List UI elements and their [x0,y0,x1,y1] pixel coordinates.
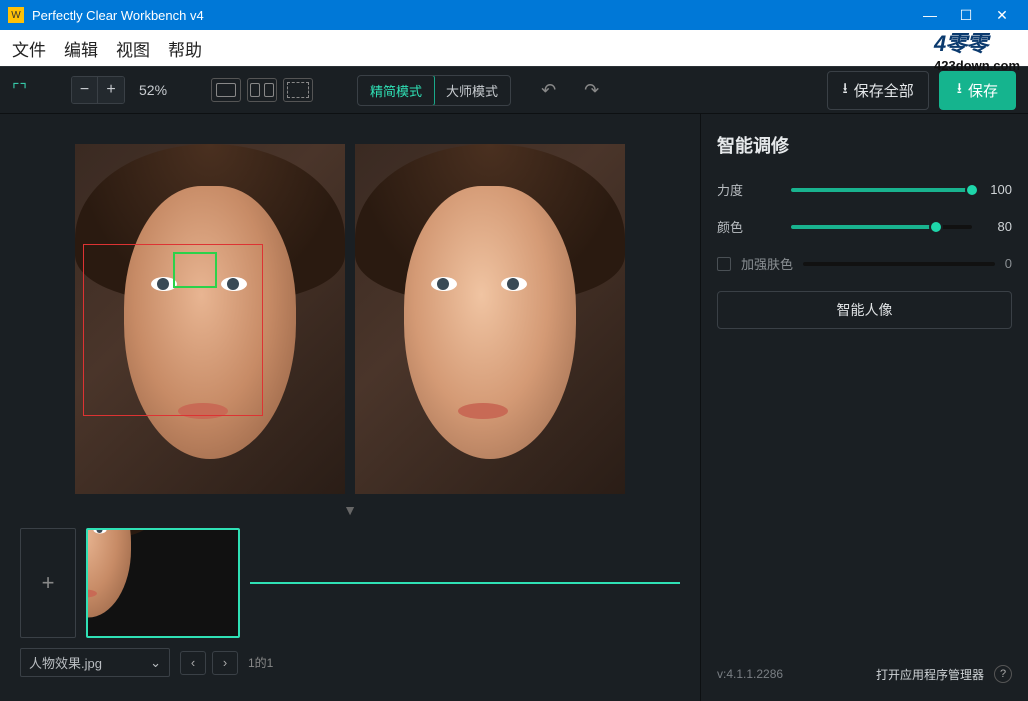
strength-row: 力度 100 [717,180,1012,199]
save-all-label: 保存全部 [854,80,914,101]
toolbar: ⌜⌝ − + 52% 精简模式 大师模式 ↶ ↷ ⭳ 保存全部 ⭳ 保存 [0,66,1028,114]
mode-switch: 精简模式 大师模式 [357,75,511,106]
window-controls: — ☐ ✕ [918,7,1020,24]
thumbnail-selected[interactable] [86,528,240,638]
download-icon: ⭳ [957,78,962,103]
open-app-manager-link[interactable]: 打开应用程序管理器 [876,666,984,683]
save-label: 保存 [968,80,998,101]
viewer: ▼ + 人物效果.jpg ⌄ ‹ › 1的1 [0,114,700,701]
undo-button[interactable]: ↶ [541,80,556,101]
chevron-down-icon: ⌄ [150,655,161,671]
menu-bar: 文件 编辑 视图 帮助 4零零 423down.com [0,30,1028,66]
collapse-triangle-icon[interactable]: ▼ [12,502,688,518]
mode-master[interactable]: 大师模式 [434,76,510,105]
save-all-button[interactable]: ⭳ 保存全部 [827,71,928,110]
page-label: 1的1 [248,654,273,671]
version-label: v:4.1.1.2286 [717,667,783,681]
side-panel: 智能调修 力度 100 颜色 80 加强肤色 0 智能人像 v:4.1.1. [700,114,1028,701]
zoom-level: 52% [139,82,167,98]
panel-title: 智能调修 [717,132,1012,158]
maximize-button[interactable]: ☐ [954,7,978,24]
strength-slider[interactable] [791,188,972,192]
window-title: Perfectly Clear Workbench v4 [32,8,918,23]
zoom-out-button[interactable]: − [72,77,98,103]
enhance-skin-slider [803,262,995,266]
eye-detection-box [173,252,217,288]
zoom-controls: − + [71,76,125,104]
menu-view[interactable]: 视图 [116,36,150,61]
minimize-button[interactable]: — [918,7,942,24]
zoom-in-button[interactable]: + [98,77,124,103]
page-prev-button[interactable]: ‹ [180,651,206,675]
view-crop-icon[interactable] [283,78,313,102]
download-icon: ⭳ [842,78,847,103]
close-button[interactable]: ✕ [990,7,1014,24]
color-row: 颜色 80 [717,217,1012,236]
view-mode-group [211,78,313,102]
app-icon: W [8,7,24,23]
menu-help[interactable]: 帮助 [168,36,202,61]
strength-label: 力度 [717,180,781,199]
compare-view [12,144,688,494]
filmstrip-track [250,582,680,584]
title-bar: W Perfectly Clear Workbench v4 — ☐ ✕ [0,0,1028,30]
save-button[interactable]: ⭳ 保存 [939,71,1016,110]
watermark-url: 423down.com [934,58,1020,73]
file-name: 人物效果.jpg [29,653,102,672]
enhance-skin-value: 0 [1005,256,1012,271]
main-area: ▼ + 人物效果.jpg ⌄ ‹ › 1的1 智能调修 力度 [0,114,1028,701]
enhance-skin-label: 加强肤色 [741,254,793,273]
view-single-icon[interactable] [211,78,241,102]
view-split-icon[interactable] [247,78,277,102]
watermark-logo: 4零零 [934,26,1020,58]
filmstrip: + [12,528,688,638]
watermark: 4零零 423down.com [934,26,1020,73]
mode-simple[interactable]: 精简模式 [357,75,435,106]
help-icon[interactable]: ? [994,665,1012,683]
pager: ‹ › [180,651,238,675]
add-image-button[interactable]: + [20,528,76,638]
menu-edit[interactable]: 编辑 [64,36,98,61]
menu-file[interactable]: 文件 [12,36,46,61]
color-label: 颜色 [717,217,781,236]
history-controls: ↶ ↷ [541,80,599,101]
color-slider[interactable] [791,225,972,229]
smart-portrait-button[interactable]: 智能人像 [717,291,1012,329]
enhance-skin-row: 加强肤色 0 [717,254,1012,273]
page-next-button[interactable]: › [212,651,238,675]
enhance-skin-checkbox[interactable] [717,257,731,271]
strength-value: 100 [982,182,1012,197]
redo-button[interactable]: ↷ [584,80,599,101]
color-value: 80 [982,219,1012,234]
filmstrip-footer: 人物效果.jpg ⌄ ‹ › 1的1 [12,638,688,685]
file-dropdown[interactable]: 人物效果.jpg ⌄ [20,648,170,677]
image-before[interactable] [75,144,345,494]
image-after[interactable] [355,144,625,494]
fit-screen-icon[interactable]: ⌜⌝ [12,80,27,100]
status-bar: v:4.1.1.2286 打开应用程序管理器 ? [717,655,1012,683]
